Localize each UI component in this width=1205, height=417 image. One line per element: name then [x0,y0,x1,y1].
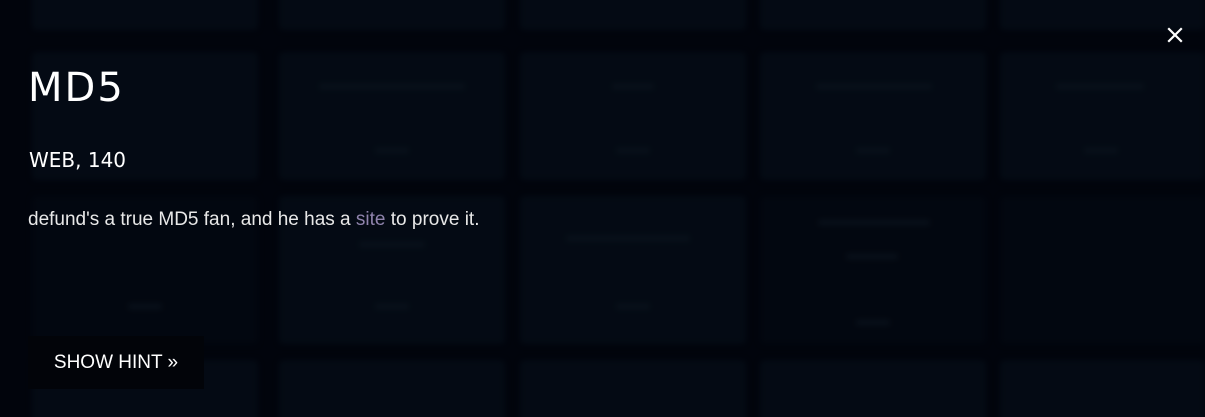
show-hint-button[interactable]: SHOW HINT » [28,336,204,389]
challenge-description: defund's a true MD5 fan, and he has a si… [28,207,479,233]
description-text: defund's a true MD5 fan, and he has a [28,209,356,230]
challenge-category-points: WEB, 140 [29,148,127,172]
site-link[interactable]: site [356,209,386,230]
challenge-modal-screen: MD5 WEB, 140 defund's a true MD5 fan, an… [0,0,1205,417]
close-button[interactable] [1160,20,1190,50]
challenge-title: MD5 [28,65,125,111]
close-icon [1167,27,1183,43]
description-text: to prove it. [385,209,480,230]
